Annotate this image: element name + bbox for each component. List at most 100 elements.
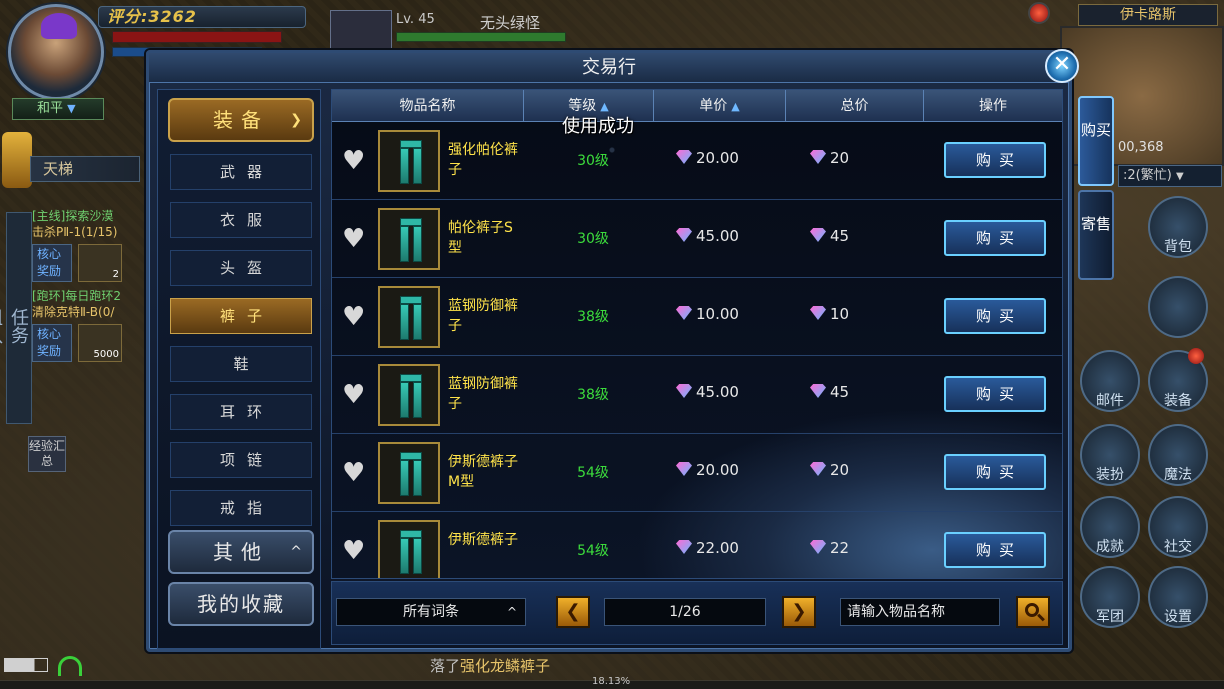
item-name: 蓝钢防御裤子	[448, 298, 518, 334]
table-row[interactable]: ♥ 伊斯德裤子 54级 22.00 22 购买	[332, 512, 1062, 578]
buy-button[interactable]: 购买	[944, 376, 1046, 412]
quest-title[interactable]: [主线]探索沙漠	[32, 208, 150, 224]
next-page-button[interactable]: ❯	[782, 596, 816, 628]
column-header-action: 操作	[924, 90, 1062, 122]
close-button[interactable]: ✕	[1045, 49, 1079, 83]
ladder-button[interactable]: 天梯	[30, 156, 140, 182]
category-favorites[interactable]: 我的收藏	[168, 582, 314, 626]
alert-dot-icon[interactable]	[1028, 2, 1050, 24]
pants-icon	[400, 296, 422, 340]
reward-label: 核心奖励	[32, 324, 72, 362]
heart-icon[interactable]: ♥	[342, 148, 370, 174]
unit-price: 20.00	[676, 461, 786, 479]
total-price-value: 45	[830, 227, 850, 245]
item-slot[interactable]	[378, 364, 440, 426]
search-input[interactable]	[840, 598, 1000, 626]
quest-title[interactable]: [跑环]每日跑环2	[32, 288, 150, 304]
pk-mode-selector[interactable]: 和平 ▼	[12, 98, 104, 120]
item-slot[interactable]	[378, 208, 440, 270]
server-selector[interactable]: :2(繁忙) ▼	[1118, 165, 1222, 187]
buy-button[interactable]: 购买	[944, 532, 1046, 568]
list-footer: 所有词条 ^ ❮ 1/26 ❯	[331, 581, 1063, 645]
mail-button[interactable]: 邮件	[1080, 350, 1140, 412]
tab-sell[interactable]: 寄售	[1078, 190, 1114, 280]
item-slot[interactable]	[378, 286, 440, 348]
backpack-button[interactable]: 背包	[1148, 196, 1208, 258]
category-other-label: 其他	[213, 540, 269, 564]
quest-objective[interactable]: 击杀PⅡ-1(1/15)	[32, 224, 150, 240]
item-slot[interactable]	[378, 130, 440, 192]
search-button[interactable]	[1016, 596, 1050, 628]
sidebar-item-ring[interactable]: 戒指	[170, 490, 312, 526]
category-equipment[interactable]: 装备 ❯	[168, 98, 314, 142]
sidebar-item-necklace[interactable]: 项链	[170, 442, 312, 478]
category-equipment-label: 装备	[213, 108, 269, 132]
mail-label: 邮件	[1096, 393, 1124, 409]
success-toast: 使用成功	[562, 116, 634, 137]
legion-button[interactable]: 军团	[1080, 566, 1140, 628]
column-label: 单价	[699, 98, 728, 114]
table-row[interactable]: ♥ 帕伦裤子S型 30级 45.00 45 购买	[332, 200, 1062, 278]
target-frame[interactable]: Lv. 45 无头绿怪	[330, 10, 570, 50]
outfit-label: 装扮	[1096, 467, 1124, 483]
table-row[interactable]: ♥ 蓝钢防御裤子 38级 10.00 10 购买	[332, 278, 1062, 356]
outfit-button[interactable]: 装扮	[1080, 424, 1140, 486]
heart-icon[interactable]: ♥	[342, 538, 370, 564]
unit-price: 22.00	[676, 539, 786, 557]
column-label: 操作	[979, 98, 1007, 114]
gem-icon	[676, 540, 692, 554]
player-avatar[interactable]	[8, 4, 104, 100]
gem-icon	[810, 150, 826, 164]
table-row[interactable]: ♥ 伊斯德裤子M型 54级 20.00 20 购买	[332, 434, 1062, 512]
heart-icon[interactable]: ♥	[342, 460, 370, 486]
sidebar-item-weapon[interactable]: 武器	[170, 154, 312, 190]
item-name: 蓝钢防御裤子	[448, 376, 518, 412]
chat-item-link[interactable]: 强化龙鳞裤子	[460, 657, 550, 675]
buy-button[interactable]: 购买	[944, 142, 1046, 178]
magic-button[interactable]: 魔法	[1148, 424, 1208, 486]
total-price: 20	[810, 149, 910, 167]
reward-item-icon[interactable]: 5000	[78, 324, 122, 362]
reward-item-icon[interactable]: 2	[78, 244, 122, 282]
heart-icon[interactable]: ♥	[342, 382, 370, 408]
prev-page-button[interactable]: ❮	[556, 596, 590, 628]
column-label: 物品名称	[399, 98, 456, 114]
sidebar-item-clothes[interactable]: 衣服	[170, 202, 312, 238]
table-row[interactable]: ♥ 蓝钢防御裤子 38级 45.00 45 购买	[332, 356, 1062, 434]
heart-icon[interactable]: ♥	[342, 226, 370, 252]
chevron-down-icon: ▼	[1175, 171, 1184, 182]
map-coordinates: 00,368	[1118, 140, 1164, 155]
affix-filter-select[interactable]: 所有词条 ^	[336, 598, 526, 626]
buy-button[interactable]: 购买	[944, 454, 1046, 490]
achievement-button[interactable]: 成就	[1080, 496, 1140, 558]
quest-objective[interactable]: 清除克特Ⅱ-B(0/	[32, 304, 150, 320]
social-button[interactable]: 社交	[1148, 496, 1208, 558]
column-header-unit-price[interactable]: 单价 ▲	[654, 90, 786, 122]
item-slot[interactable]	[378, 442, 440, 504]
gem-icon	[810, 228, 826, 242]
settings-button[interactable]: 设置	[1148, 566, 1208, 628]
chevron-up-icon: ^	[290, 544, 302, 560]
score-display: 评分:3262	[98, 6, 306, 28]
total-price: 45	[810, 383, 910, 401]
chat-message[interactable]: 落了强化龙鳞裤子	[340, 654, 880, 678]
buy-button[interactable]: 购买	[944, 220, 1046, 256]
team-tab-label[interactable]: 组队	[0, 308, 3, 344]
map-compass-icon[interactable]	[1148, 276, 1208, 338]
item-level: 30级	[577, 231, 609, 247]
trade-window: 交易行 ✕ 装备 ❯ 武器 衣服 头盔 裤子 鞋 耳环 项链 戒指 其他 ^ 我…	[146, 49, 1079, 652]
sidebar-item-helmet[interactable]: 头盔	[170, 250, 312, 286]
quest-tab[interactable]: 任务 组队	[0, 212, 32, 424]
table-row[interactable]: ♥ 强化帕伦裤子 30级 20.00 20 购买	[332, 122, 1062, 200]
sidebar-item-pants[interactable]: 裤子	[170, 298, 312, 334]
item-slot[interactable]	[378, 520, 440, 578]
tab-buy[interactable]: 购买	[1078, 96, 1114, 186]
exp-summary-button[interactable]: 经验汇总	[28, 436, 66, 472]
heart-icon[interactable]: ♥	[342, 304, 370, 330]
buy-button[interactable]: 购买	[944, 298, 1046, 334]
sidebar-item-shoes[interactable]: 鞋	[170, 346, 312, 382]
unit-price-value: 20.00	[696, 149, 739, 167]
sidebar-item-earring[interactable]: 耳环	[170, 394, 312, 430]
item-name: 强化帕伦裤子	[448, 142, 518, 178]
category-other[interactable]: 其他 ^	[168, 530, 314, 574]
